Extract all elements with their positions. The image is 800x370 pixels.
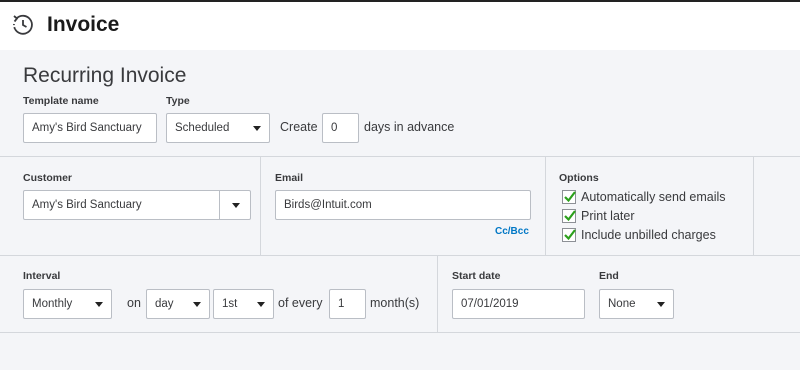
ordinal-value: 1st: [222, 298, 238, 310]
ordinal-select[interactable]: 1st: [213, 289, 274, 319]
email-input[interactable]: Birds@Intuit.com: [275, 190, 531, 220]
divider: [753, 156, 754, 255]
chevron-down-icon: [193, 301, 201, 307]
end-select[interactable]: None: [599, 289, 674, 319]
include-unbilled-checkbox[interactable]: [562, 228, 576, 242]
interval-select[interactable]: Monthly: [23, 289, 112, 319]
template-name-value: Amy's Bird Sanctuary: [32, 122, 142, 134]
end-value: None: [608, 298, 636, 310]
interval-label: Interval: [23, 270, 61, 282]
divider: [0, 332, 800, 333]
options-label: Options: [559, 172, 599, 184]
email-value: Birds@Intuit.com: [284, 199, 372, 211]
day-value: day: [155, 298, 174, 310]
every-value: 1: [338, 298, 345, 310]
chevron-down-icon: [253, 125, 261, 131]
include-unbilled-label: Include unbilled charges: [581, 228, 716, 242]
divider: [545, 156, 546, 255]
auto-send-emails-label: Automatically send emails: [581, 190, 726, 204]
print-later-label: Print later: [581, 209, 635, 223]
day-select[interactable]: day: [146, 289, 210, 319]
auto-send-emails-option[interactable]: Automatically send emails: [562, 190, 726, 204]
end-label: End: [599, 270, 619, 282]
check-icon: [564, 229, 576, 241]
chevron-down-icon: [232, 202, 240, 208]
chevron-down-icon: [657, 301, 665, 307]
type-label: Type: [166, 95, 190, 107]
divider: [260, 156, 261, 255]
chevron-down-icon: [95, 301, 103, 307]
start-date-label: Start date: [452, 270, 501, 282]
header-bar: Invoice: [0, 0, 800, 50]
every-input[interactable]: 1: [329, 289, 366, 319]
include-unbilled-option[interactable]: Include unbilled charges: [562, 228, 716, 242]
section-title: Recurring Invoice: [23, 64, 187, 87]
customer-label: Customer: [23, 172, 73, 184]
of-every-label: of every: [278, 296, 323, 310]
cc-bcc-link[interactable]: Cc/Bcc: [495, 226, 529, 237]
divider: [0, 156, 800, 157]
start-date-value: 07/01/2019: [461, 298, 519, 310]
divider: [437, 255, 438, 332]
type-value: Scheduled: [175, 122, 230, 134]
chevron-down-icon: [257, 301, 265, 307]
days-in-advance-input[interactable]: 0: [322, 113, 359, 143]
start-date-input[interactable]: 07/01/2019: [452, 289, 585, 319]
interval-value: Monthly: [32, 298, 73, 310]
recurring-icon: [13, 14, 33, 35]
combo-divider: [219, 191, 220, 219]
days-in-advance-value: 0: [331, 122, 338, 134]
page-title: Invoice: [47, 13, 120, 36]
months-label: month(s): [370, 296, 420, 310]
check-icon: [564, 191, 576, 203]
customer-combobox[interactable]: Amy's Bird Sanctuary: [23, 190, 251, 220]
auto-send-emails-checkbox[interactable]: [562, 190, 576, 204]
on-label: on: [127, 296, 141, 310]
template-name-input[interactable]: Amy's Bird Sanctuary: [23, 113, 157, 143]
divider: [0, 255, 800, 256]
check-icon: [564, 210, 576, 222]
type-select[interactable]: Scheduled: [166, 113, 270, 143]
print-later-option[interactable]: Print later: [562, 209, 635, 223]
template-name-label: Template name: [23, 95, 99, 107]
create-label: Create: [280, 120, 318, 134]
customer-value: Amy's Bird Sanctuary: [32, 199, 142, 211]
print-later-checkbox[interactable]: [562, 209, 576, 223]
email-label: Email: [275, 172, 304, 184]
days-in-advance-label: days in advance: [364, 120, 455, 134]
